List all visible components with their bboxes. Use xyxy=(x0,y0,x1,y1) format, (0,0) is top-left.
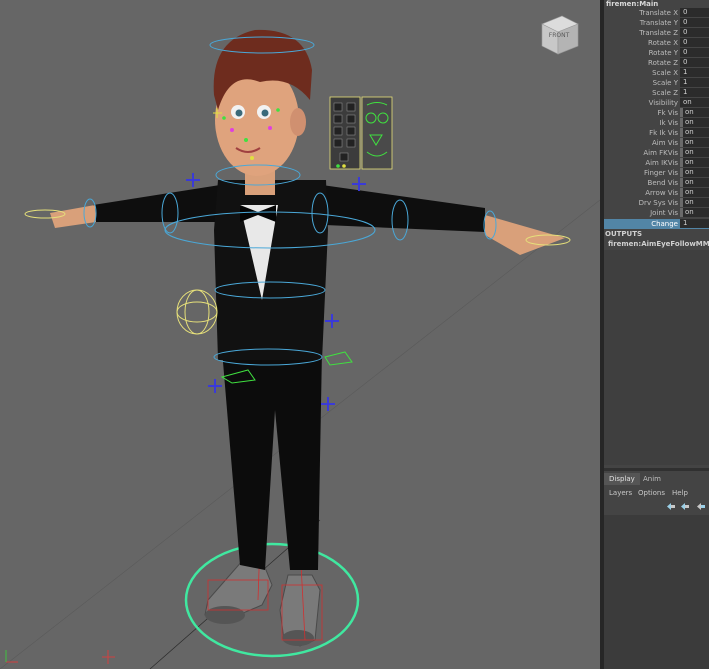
layer-editor-menu: Layers Options Help xyxy=(604,487,709,499)
menu-options[interactable]: Options xyxy=(638,487,665,499)
layer-editor-tabs: Display Anim xyxy=(604,473,709,485)
attr-value-field[interactable]: on xyxy=(680,208,709,217)
attr-row-ik-vis[interactable]: Ik Vis on xyxy=(604,118,709,128)
attr-name: Rotate Z xyxy=(648,59,678,67)
attr-row-scale-z[interactable]: Scale Z 1 xyxy=(604,88,709,98)
attr-row-change[interactable]: Change 1 xyxy=(604,219,709,229)
attr-row-bend-vis[interactable]: Bend Vis on xyxy=(604,178,709,188)
attr-value-field[interactable]: 1 xyxy=(680,88,709,97)
move-layer-down-icon[interactable] xyxy=(680,502,690,511)
attr-value-field[interactable]: on xyxy=(680,108,709,117)
hip-gimbal-control[interactable] xyxy=(176,289,218,335)
attr-row-aim-fkvis[interactable]: Aim FKVis on xyxy=(604,148,709,158)
attr-row-visibility[interactable]: Visibility on xyxy=(604,98,709,108)
attr-name: Aim Vis xyxy=(651,139,678,147)
attr-value-field[interactable]: on xyxy=(680,118,709,127)
attr-row-fk-vis[interactable]: Fk Vis on xyxy=(604,108,709,118)
attr-value-field[interactable]: 0 xyxy=(680,28,709,37)
attr-value-field[interactable]: on xyxy=(680,148,709,157)
outputs-header[interactable]: OUTPUTS xyxy=(604,230,642,238)
attr-name: Arrow Vis xyxy=(645,189,678,197)
attr-value-field[interactable]: 0 xyxy=(680,8,709,17)
attr-name: Rotate Y xyxy=(648,49,678,57)
attr-name: Aim IKVis xyxy=(645,159,678,167)
attr-name: Bend Vis xyxy=(647,179,678,187)
attr-row-fk-ik-vis[interactable]: Fk Ik Vis on xyxy=(604,128,709,138)
layer-list-area xyxy=(604,515,709,669)
attr-name: Translate Z xyxy=(639,29,678,37)
attr-value-field[interactable]: on xyxy=(680,168,709,177)
attr-value-field[interactable]: on xyxy=(680,98,709,107)
outputs-area xyxy=(604,250,709,465)
attr-name: Scale Z xyxy=(652,89,678,97)
attr-row-arrow-vis[interactable]: Arrow Vis on xyxy=(604,188,709,198)
attr-row-rotate-x[interactable]: Rotate X 0 xyxy=(604,38,709,48)
attr-name: Scale X xyxy=(652,69,678,77)
scene-canvas xyxy=(0,29,600,669)
attr-row-rotate-z[interactable]: Rotate Z 0 xyxy=(604,58,709,68)
attr-value-field[interactable]: on xyxy=(680,128,709,137)
character-left-hand xyxy=(50,205,96,228)
attr-name: Fk Ik Vis xyxy=(649,129,678,137)
attr-value-field[interactable]: on xyxy=(680,138,709,147)
attr-name: Translate Y xyxy=(639,19,678,27)
attr-row-translate-y[interactable]: Translate Y 0 xyxy=(604,18,709,28)
attr-row-translate-z[interactable]: Translate Z 0 xyxy=(604,28,709,38)
attr-row-rotate-y[interactable]: Rotate Y 0 xyxy=(604,48,709,58)
tab-display[interactable]: Display xyxy=(604,473,640,485)
attr-name: Visibility xyxy=(648,99,678,107)
attr-name: Aim FKVis xyxy=(643,149,678,157)
channel-box: firemen:Main Translate X 0 Translate Y 0… xyxy=(604,0,709,669)
attr-name: Drv Sys Vis xyxy=(638,199,678,207)
attr-name: Ik Vis xyxy=(659,119,678,127)
character-ear xyxy=(290,108,306,136)
origin-marker xyxy=(102,650,115,664)
attr-row-scale-y[interactable]: Scale Y 1 xyxy=(604,78,709,88)
attr-value-field[interactable]: on xyxy=(680,158,709,167)
attr-value-field[interactable]: 0 xyxy=(680,18,709,27)
attr-value-field[interactable]: 0 xyxy=(680,48,709,57)
attr-value-field[interactable]: on xyxy=(680,198,709,207)
3d-viewport[interactable]: FRONT xyxy=(0,0,600,669)
attr-row-scale-x[interactable]: Scale X 1 xyxy=(604,68,709,78)
attr-name: Finger Vis xyxy=(644,169,678,177)
new-layer-icon[interactable] xyxy=(696,502,706,511)
attr-row-translate-x[interactable]: Translate X 0 xyxy=(604,8,709,18)
view-cube[interactable]: FRONT xyxy=(540,12,580,56)
attr-row-aim-vis[interactable]: Aim Vis on xyxy=(604,138,709,148)
attr-value-field[interactable]: 1 xyxy=(680,219,709,228)
move-layer-up-icon[interactable] xyxy=(666,502,676,511)
attr-row-aim-ikvis[interactable]: Aim IKVis on xyxy=(604,158,709,168)
menu-help[interactable]: Help xyxy=(672,487,688,499)
layer-editor-toolbar xyxy=(604,500,709,514)
attr-name: Scale Y xyxy=(652,79,678,87)
panel-splitter[interactable] xyxy=(604,468,709,471)
attr-value-field[interactable]: on xyxy=(680,178,709,187)
view-cube-label[interactable]: FRONT xyxy=(544,32,574,39)
character-trousers xyxy=(222,350,322,570)
attr-row-finger-vis[interactable]: Finger Vis on xyxy=(604,168,709,178)
character-right-sleeve xyxy=(322,185,485,232)
attr-value-field[interactable]: 1 xyxy=(680,78,709,87)
attr-name: Translate X xyxy=(639,9,678,17)
attr-value-field[interactable]: 1 xyxy=(680,68,709,77)
attr-name: Joint Vis xyxy=(650,209,678,217)
attr-value-field[interactable]: 0 xyxy=(680,58,709,67)
tab-anim[interactable]: Anim xyxy=(638,473,666,485)
attr-value-field[interactable]: 0 xyxy=(680,38,709,47)
attr-row-drv-sys-vis[interactable]: Drv Sys Vis on xyxy=(604,198,709,208)
attr-row-joint-vis[interactable]: Joint Vis on xyxy=(604,208,709,218)
attr-name: Change xyxy=(651,220,678,228)
output-node-name[interactable]: firemen:AimEyeFollowMMStatic_I xyxy=(608,240,709,248)
menu-layers[interactable]: Layers xyxy=(609,487,632,499)
attr-name: Rotate X xyxy=(648,39,678,47)
attr-name: Fk Vis xyxy=(657,109,678,117)
attr-value-field[interactable]: on xyxy=(680,188,709,197)
facial-gui-panel[interactable] xyxy=(329,96,393,170)
foot-ik-control[interactable] xyxy=(324,351,353,366)
